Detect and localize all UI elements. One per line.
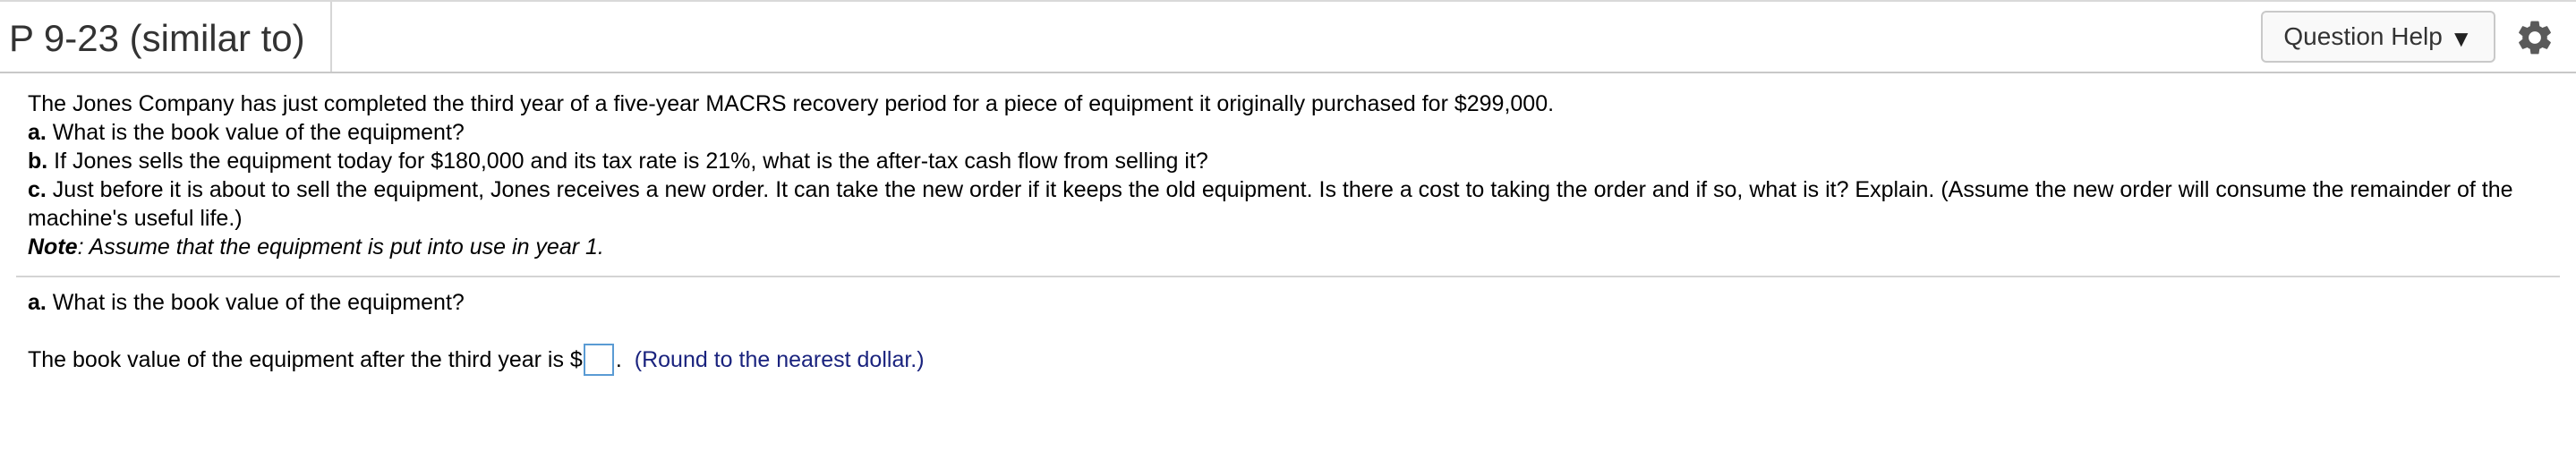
title-divider: [330, 2, 332, 72]
answer-line: The book value of the equipment after th…: [28, 342, 925, 378]
part-b-question: b. If Jones sells the equipment today fo…: [28, 147, 2561, 175]
part-a-question: a. What is the book value of the equipme…: [28, 118, 2561, 147]
book-value-input[interactable]: [583, 344, 614, 376]
caret-down-icon: ▼: [2449, 24, 2473, 52]
part-c-text: Just before it is about to sell the equi…: [28, 177, 2513, 231]
page-title: P 9-23 (similar to): [9, 17, 305, 59]
note: Note: Assume that the equipment is put i…: [28, 233, 2561, 261]
current-part-question: a. What is the book value of the equipme…: [28, 288, 465, 317]
part-a-label: a.: [28, 120, 47, 145]
part-a-text: What is the book value of the equipment?: [46, 120, 465, 145]
part-c-label: c.: [28, 177, 47, 202]
question-help-label: Question Help: [2283, 22, 2443, 50]
problem-intro: The Jones Company has just completed the…: [28, 91, 1555, 116]
question-header: P 9-23 (similar to) Question Help ▼: [0, 2, 2576, 73]
part-c-question: c. Just before it is about to sell the e…: [28, 175, 2561, 233]
current-part-text: What is the book value of the equipment?: [46, 290, 465, 315]
answer-prefix: The book value of the equipment after th…: [28, 347, 583, 372]
note-label: Note: [28, 234, 78, 260]
problem-statement: The Jones Company has just completed the…: [28, 89, 2561, 261]
part-b-text: If Jones sells the equipment today for $…: [47, 149, 1208, 174]
question-help-button[interactable]: Question Help ▼: [2261, 11, 2495, 63]
current-part-label: a.: [28, 290, 47, 315]
part-b-label: b.: [28, 149, 48, 174]
note-text: : Assume that the equipment is put into …: [77, 234, 604, 260]
rounding-hint: (Round to the nearest dollar.): [634, 347, 925, 372]
gear-icon[interactable]: [2514, 17, 2555, 58]
answer-suffix: .: [615, 347, 622, 372]
section-divider: [16, 276, 2560, 277]
